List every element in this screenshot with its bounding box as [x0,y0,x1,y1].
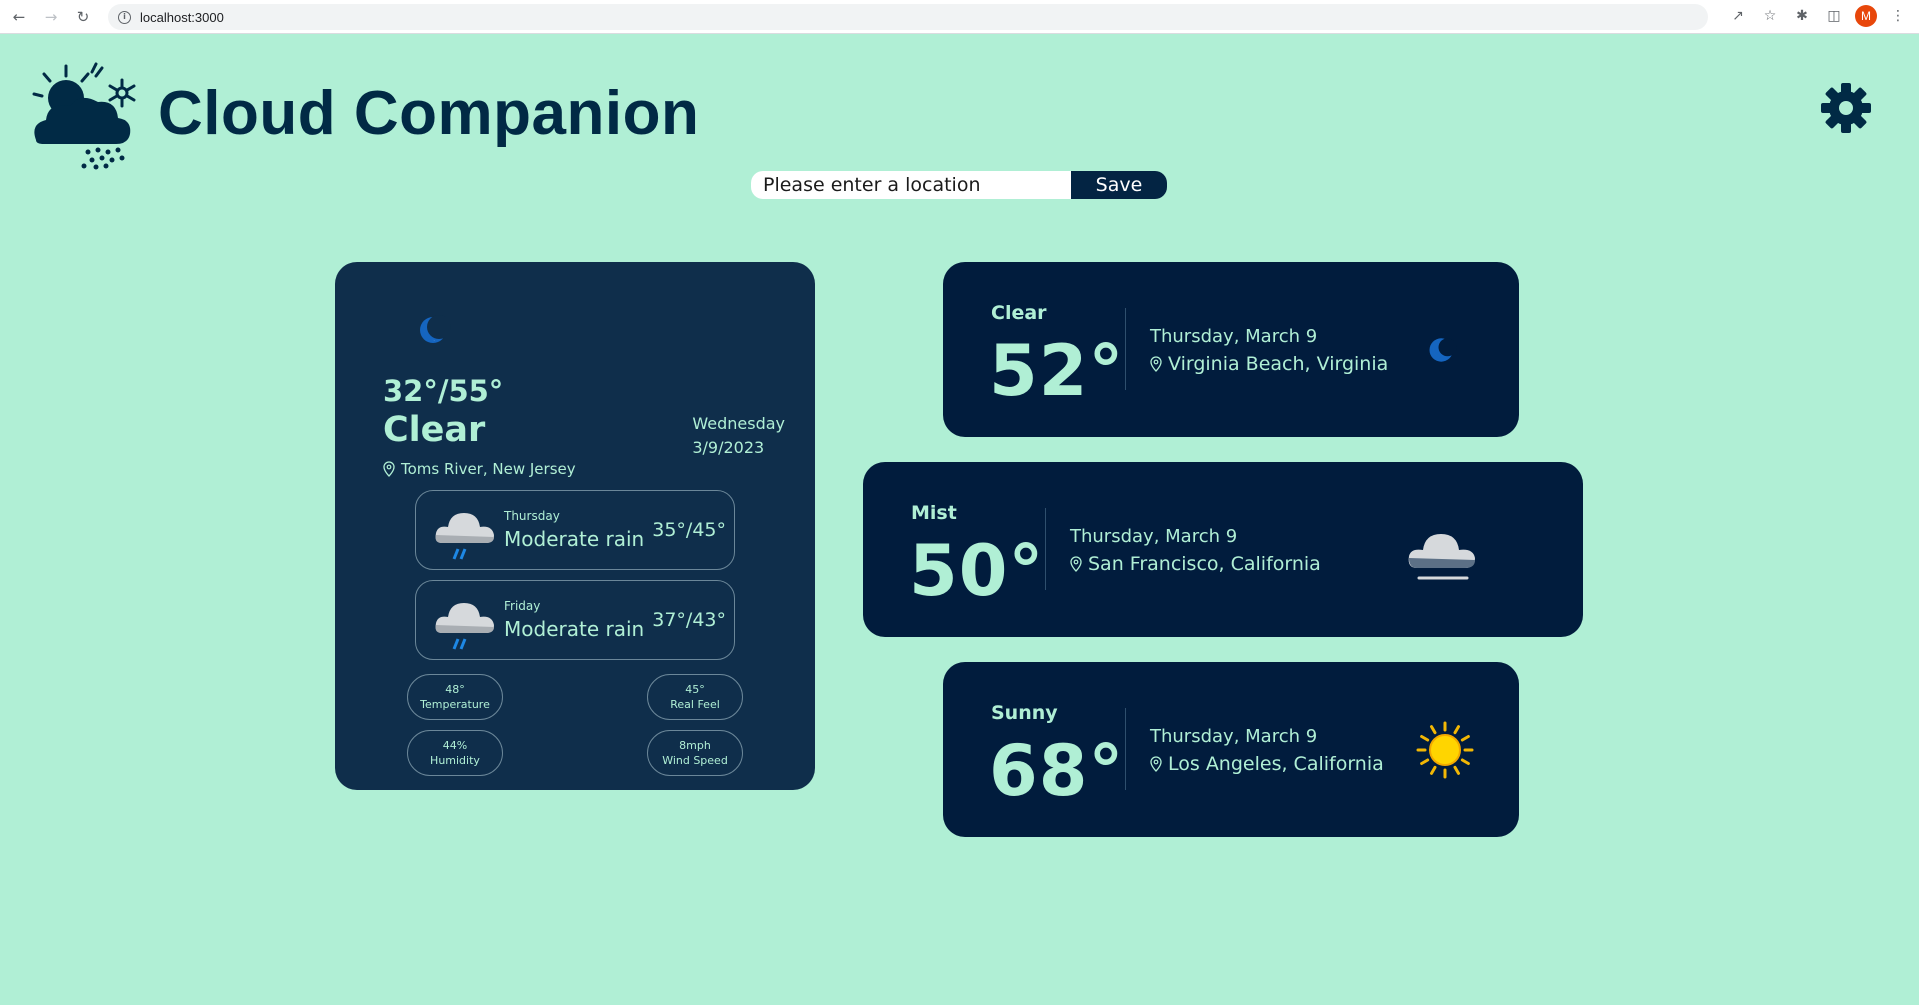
city-date: Thursday, March 9 [1150,326,1318,347]
stat-temperature: 48° Temperature [407,674,503,720]
city-condition: Mist [911,502,957,524]
app-title: Cloud Companion [158,79,700,148]
city-weather-card[interactable]: Mist 50° Thursday, March 9 San Francisco… [863,462,1583,637]
forecast-description: Moderate rain [504,617,645,641]
city-temperature: 50° [909,530,1045,612]
back-icon[interactable]: ← [8,6,30,28]
city-location: Virginia Beach, Virginia [1150,353,1388,375]
address-url: localhost:3000 [140,9,224,25]
forward-icon[interactable]: → [40,6,62,28]
location-pin-icon [1150,356,1162,372]
divider [1125,308,1126,390]
city-weather-card[interactable]: Clear 52° Thursday, March 9 Virginia Bea… [943,262,1519,437]
forecast-item: Friday Moderate rain 37°/43° [415,580,735,660]
forecast-temps: 35°/45° [652,519,726,541]
stat-real-feel: 45° Real Feel [647,674,743,720]
current-location: Toms River, New Jersey [383,460,576,478]
app-logo [30,62,146,170]
location-search-bar: Save [751,171,1167,199]
city-condition: Clear [991,302,1047,324]
current-date: Wednesday 3/9/2023 [692,412,785,460]
forecast-temps: 37°/43° [652,609,726,631]
forecast-description: Moderate rain [504,527,645,551]
rain-cloud-icon [434,595,496,651]
settings-gear-icon[interactable] [1820,82,1872,134]
share-icon[interactable]: ↗ [1727,5,1749,27]
stat-label: Temperature [420,698,490,711]
moon-icon [1425,332,1461,372]
city-location-label: San Francisco, California [1088,553,1321,575]
bookmark-star-icon[interactable]: ☆ [1759,5,1781,27]
sun-icon [1415,720,1475,784]
stat-label: Real Feel [670,698,720,711]
extensions-icon[interactable]: ✱ [1791,5,1813,27]
location-pin-icon [383,461,395,477]
forecast-day: Friday [504,599,541,613]
stat-wind-speed: 8mph Wind Speed [647,730,743,776]
stat-label: Humidity [430,754,480,767]
location-pin-icon [1150,756,1162,772]
city-location: Los Angeles, California [1150,753,1384,775]
mist-cloud-icon [1407,524,1479,592]
hi-lo-temperature: 32°/55° [383,374,504,408]
stat-value: 44% [442,739,468,752]
current-location-label: Toms River, New Jersey [401,460,576,478]
kebab-menu-icon[interactable]: ⋮ [1887,5,1909,27]
city-temperature: 68° [989,730,1125,812]
city-weather-card[interactable]: Sunny 68° Thursday, March 9 Los Angeles,… [943,662,1519,837]
city-condition: Sunny [991,702,1058,724]
forecast-item: Thursday Moderate rain 35°/45° [415,490,735,570]
location-input[interactable] [751,171,1071,199]
current-condition: Clear [383,410,486,450]
stat-value: 8mph [679,739,711,752]
rain-cloud-icon [434,505,496,561]
stat-value: 48° [445,683,465,696]
profile-avatar[interactable]: M [1855,5,1877,27]
city-date: Thursday, March 9 [1070,526,1238,547]
city-temperature: 52° [989,330,1125,412]
side-panel-icon[interactable]: ◫ [1823,5,1845,27]
reload-icon[interactable]: ↻ [72,6,94,28]
divider [1125,708,1126,790]
city-date: Thursday, March 9 [1150,726,1318,747]
stat-humidity: 44% Humidity [407,730,503,776]
current-weather-card: 32°/55° Clear Toms River, New Jersey Wed… [335,262,815,790]
site-info-icon[interactable]: i [118,10,131,24]
forecast-day: Thursday [504,509,560,523]
save-button[interactable]: Save [1071,171,1167,199]
current-date-value: 3/9/2023 [692,438,765,457]
divider [1045,508,1046,590]
moon-icon [415,310,455,350]
stat-label: Wind Speed [662,754,728,767]
address-bar[interactable]: i localhost:3000 [108,4,1708,30]
city-location: San Francisco, California [1070,553,1321,575]
browser-toolbar: ← → ↻ i localhost:3000 ↗ ☆ ✱ ◫ M ⋮ [0,0,1919,34]
location-pin-icon [1070,556,1082,572]
current-weekday: Wednesday [692,414,785,433]
city-location-label: Los Angeles, California [1168,753,1384,775]
city-location-label: Virginia Beach, Virginia [1168,353,1389,375]
stat-value: 45° [685,683,705,696]
